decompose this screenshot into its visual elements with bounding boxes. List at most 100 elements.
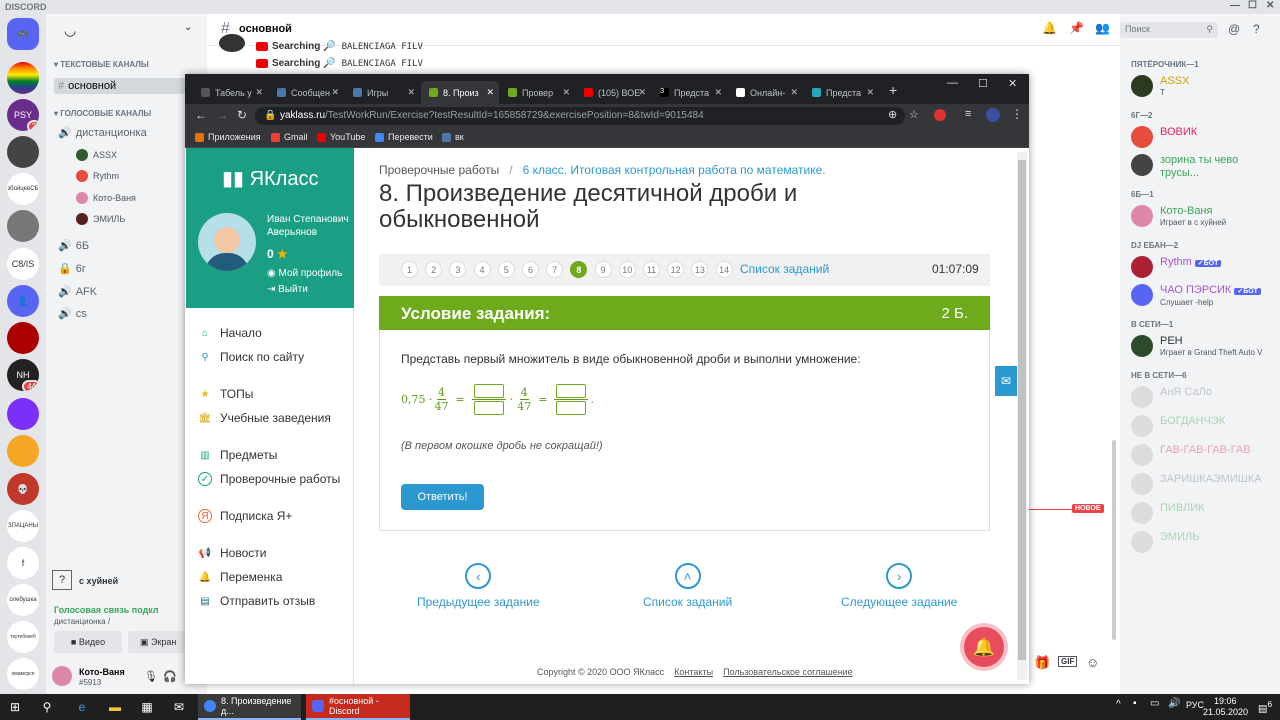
voice-user[interactable]: ASSX [76,149,117,161]
bookmark[interactable]: Перевести [375,132,433,142]
breadcrumb-tests[interactable]: Проверочные работы [379,163,499,177]
nav-search[interactable]: ⚲ Поиск по сайту [198,350,304,364]
member-item[interactable]: зорина ты чево трусы... [1131,154,1280,180]
taskbar-app-chrome[interactable]: 8. Произведение д... [198,694,301,720]
playlist-icon[interactable]: ≡ [965,108,971,120]
server-icon[interactable]: 👤 [7,285,39,317]
server-icon[interactable]: 💀 [7,473,39,505]
member-item[interactable]: ЧАО ПЭРСИК ✓БОТ Слушает -help [1131,284,1261,307]
browser-tab[interactable]: Игры ✕ [345,81,420,104]
server-icon[interactable]: PSY 2 [7,99,39,131]
new-tab-icon[interactable]: + [889,82,897,98]
chat-scrollbar[interactable] [1112,440,1116,640]
star-icon[interactable]: ☆ [909,108,919,121]
forward-icon[interactable]: → [216,108,228,122]
server-icon[interactable] [7,210,39,242]
browser-tab[interactable]: (105) ВОЕ ✕ [576,81,651,104]
denominator-input[interactable] [556,401,587,415]
gift-icon[interactable]: 🎁 [1034,655,1050,671]
minimize-icon[interactable]: — [1230,0,1240,11]
server-icon[interactable]: олебушка [7,584,39,616]
numerator-input[interactable] [473,384,504,398]
chevron-up-icon[interactable]: ^ [1116,699,1121,710]
nav-feedback[interactable]: ▤ Отправить отзыв [198,594,315,608]
voice-user[interactable]: Кото-Ваня [76,192,136,204]
member-item[interactable]: РЕН Играет в Grand Theft Auto V [1131,335,1262,357]
bell-icon[interactable]: 🔔 [964,627,1004,667]
maximize-icon[interactable]: ☐ [978,77,988,90]
taskbar-app-discord[interactable]: #основной - Discord [306,694,410,720]
browser-tab[interactable]: Табель у ✕ [193,81,268,104]
bell-icon[interactable]: 🔔 [1042,21,1057,35]
yaklass-logo[interactable]: ▮▮ ЯКласс [222,166,318,191]
back-icon[interactable]: ← [195,108,207,122]
help-icon[interactable]: ? [52,570,72,590]
page-6-button[interactable]: 6 [522,261,539,278]
category-text[interactable]: ▾ ТЕКСТОВЫЕ КАНАЛЫ [54,60,149,69]
emoji-icon[interactable]: ☺ [1086,655,1099,670]
maximize-icon[interactable]: ☐ [1248,0,1257,11]
pin-icon[interactable]: 📌 [1069,21,1084,35]
avatar[interactable] [52,666,72,686]
discord-home-icon[interactable]: 🎮 [7,18,39,50]
prev-task-button[interactable]: ‹ Предыдущее задание [417,563,540,609]
voice-channel[interactable]: 🔊 дистанционка [58,126,147,139]
mail-icon[interactable]: ✉ [170,698,188,716]
task-list-button[interactable]: ˄ Список заданий [643,563,732,609]
taskbar-icon[interactable]: ▪ [1133,698,1137,709]
server-icon[interactable]: NH 44 [7,359,39,391]
bookmark[interactable]: вк [442,132,464,142]
mention-icon[interactable]: @ [1228,22,1240,36]
browser-tab[interactable]: Онлайн- ✕ [728,81,803,104]
minimize-icon[interactable]: — [947,77,958,89]
task-list-link[interactable]: Список заданий [740,262,829,276]
extension-icon[interactable] [934,109,946,121]
member-item[interactable]: ЗАРИШКАЭМИШКА [1131,473,1262,495]
network-icon[interactable]: ▭ [1150,698,1159,709]
voice-channel[interactable]: 🔊 cs [58,307,87,320]
search-icon[interactable]: ⚲ [38,698,56,716]
page-10-button[interactable]: 10 [618,261,636,278]
browser-tab[interactable]: Предста ✕ [804,81,879,104]
notification-icon[interactable]: ▤6 [1258,699,1272,714]
bookmark[interactable]: Gmail [271,132,308,142]
video-button[interactable]: ■ Видео [54,631,122,653]
voice-channel[interactable]: 🔊 AFK [58,285,97,298]
reload-icon[interactable]: ↻ [237,108,247,122]
windows-start-icon[interactable]: ⊞ [6,698,24,716]
gif-icon[interactable]: GIF [1058,656,1078,667]
nav-break[interactable]: 🔔 Переменка [198,570,283,584]
search-input[interactable]: Поиск ⚲ [1120,22,1218,38]
store-icon[interactable]: ▦ [138,698,156,716]
member-item[interactable]: Кото-Ваня Играет в с хуйней [1131,205,1226,227]
browser-tab[interactable]: Сообщен ✕ [269,81,344,104]
browser-tab[interactable]: Провер ✕ [500,81,575,104]
page-9-button[interactable]: 9 [594,261,612,278]
volume-icon[interactable]: 🔊 [1168,698,1180,709]
member-item[interactable]: Rythm ✓БОТ [1131,256,1222,278]
server-icon[interactable] [7,62,39,94]
server-icon[interactable] [7,136,39,168]
page-scrollbar[interactable] [1017,152,1027,680]
server-icon[interactable] [7,398,39,430]
member-item[interactable]: ПИВЛИК [1131,502,1205,524]
headphones-icon[interactable]: 🎧 [163,670,177,683]
next-task-button[interactable]: › Следующее задание [841,563,957,609]
member-item[interactable]: БОГДАНЧЭК [1131,415,1225,437]
browser-tab[interactable]: З Предста ✕ [652,81,727,104]
server-icon[interactable] [7,435,39,467]
avatar[interactable] [198,213,256,271]
server-icon[interactable]: f [7,547,39,579]
close-icon[interactable]: ✕ [1008,77,1017,90]
server-icon[interactable] [7,322,39,354]
edge-icon[interactable]: e [73,698,91,716]
voice-channel[interactable]: 🔊 6Б [58,239,89,252]
terms-link[interactable]: Пользовательское соглашение [723,667,853,677]
nav-news[interactable]: 📢 Новости [198,546,267,560]
page-5-button[interactable]: 5 [497,261,515,278]
member-item[interactable]: ГАВ-ГАВ-ГАВ-ГАВ [1131,444,1251,466]
lens-icon[interactable]: ⊕ [888,108,897,121]
browser-tab-active[interactable]: 8. Произ ✕ [421,81,499,104]
breadcrumb-exam[interactable]: 6 класс. Итоговая контрольная работа по … [523,163,826,177]
close-icon[interactable]: ✕ [1266,0,1274,11]
